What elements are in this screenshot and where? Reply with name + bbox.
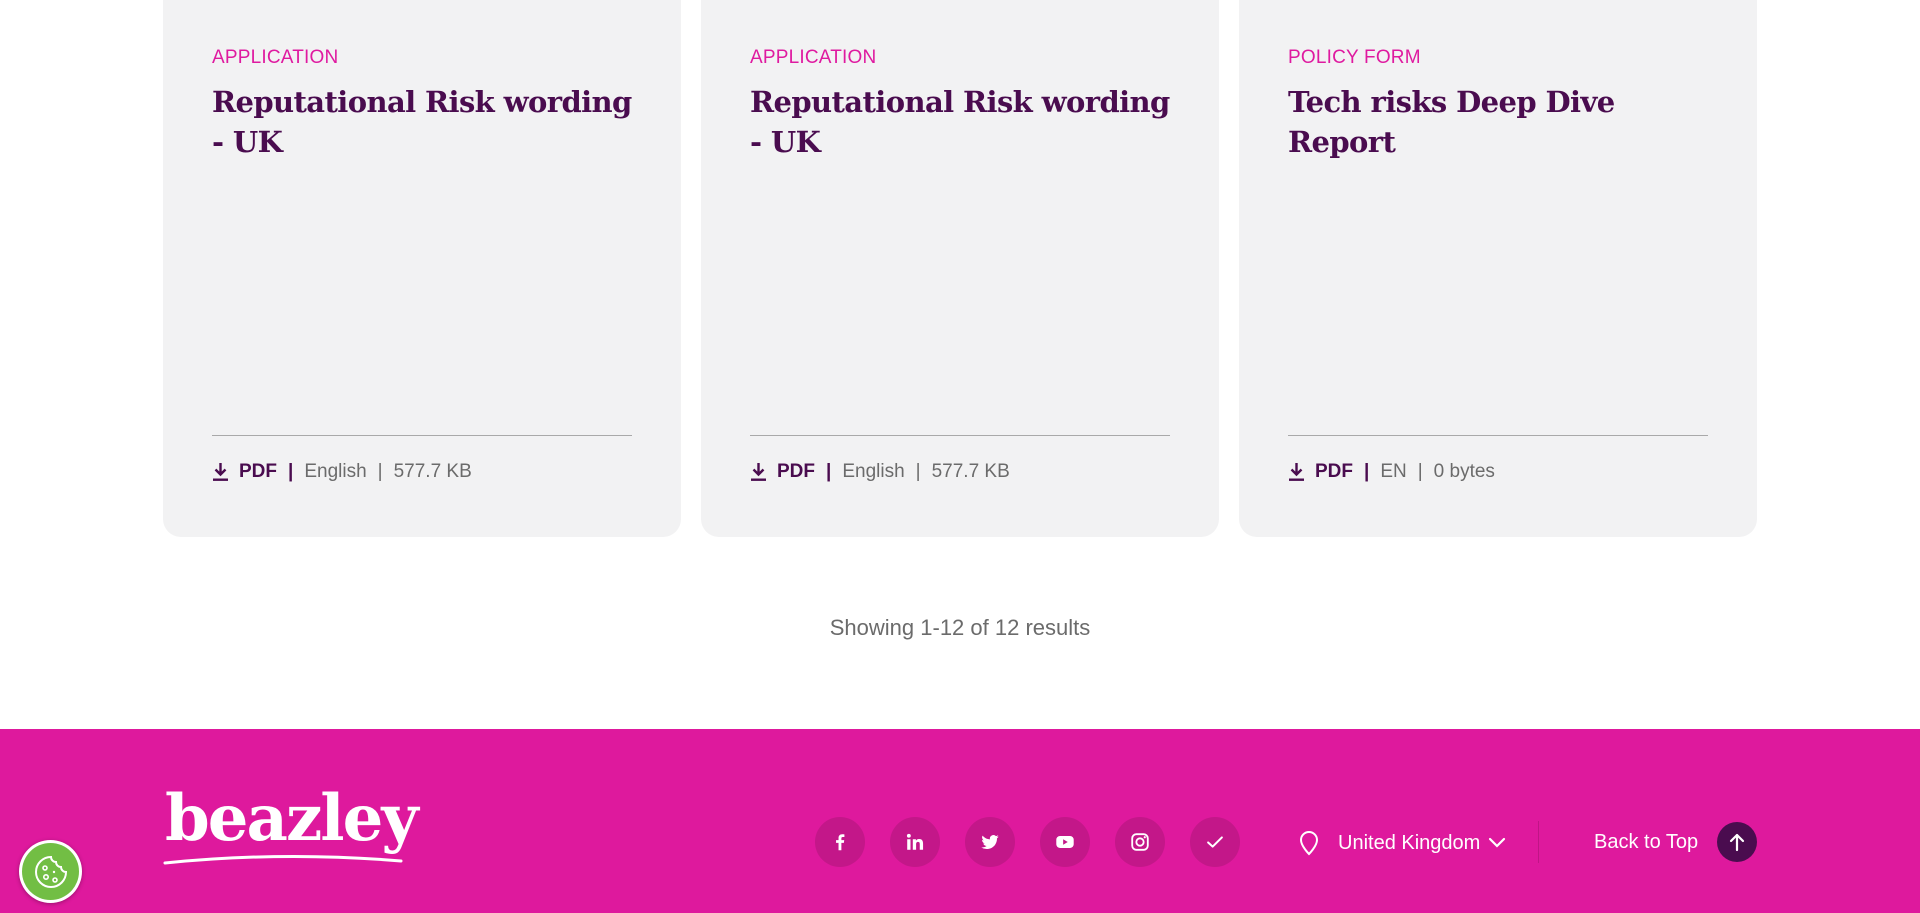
facebook-icon[interactable] (815, 817, 865, 867)
meta-separator: | (377, 461, 383, 482)
download-format-link[interactable]: PDF (1315, 461, 1353, 483)
document-title[interactable]: Reputational Risk wording - UK (212, 82, 632, 162)
download-icon[interactable] (1288, 462, 1305, 482)
document-meta: PDF | English | 577.7 KB (750, 461, 1010, 483)
document-meta: PDF | English | 577.7 KB (212, 461, 472, 483)
document-card[interactable]: APPLICATION Reputational Risk wording - … (163, 0, 681, 537)
document-card[interactable]: POLICY FORM Tech risks Deep Dive Report … (1239, 0, 1757, 537)
document-size: 577.7 KB (931, 461, 1010, 482)
chevron-down-icon (1489, 837, 1506, 848)
twitter-icon[interactable] (965, 817, 1015, 867)
checkmark-icon[interactable] (1190, 817, 1240, 867)
document-language: EN (1380, 461, 1407, 482)
instagram-icon[interactable] (1115, 817, 1165, 867)
youtube-icon[interactable] (1040, 817, 1090, 867)
cookie-icon (22, 843, 79, 900)
document-meta: PDF | EN | 0 bytes (1288, 461, 1495, 483)
document-size: 0 bytes (1433, 461, 1495, 482)
back-to-top-label: Back to Top (1594, 830, 1699, 853)
cookie-settings-button[interactable] (19, 840, 82, 903)
site-footer: beazley United Kingdom Back to Top (0, 729, 1920, 913)
social-links (815, 817, 1240, 867)
arrow-up-icon (1717, 822, 1758, 862)
linkedin-icon[interactable] (890, 817, 940, 867)
meta-separator: | (826, 461, 832, 482)
meta-separator: | (915, 461, 921, 482)
region-label: United Kingdom (1338, 831, 1481, 854)
document-language: English (842, 461, 905, 482)
meta-separator: | (1417, 461, 1423, 482)
document-category: APPLICATION (750, 47, 877, 68)
document-title[interactable]: Reputational Risk wording - UK (750, 82, 1170, 162)
region-selector[interactable]: United Kingdom (1298, 830, 1506, 856)
beazley-logo[interactable]: beazley (163, 781, 418, 867)
card-divider (1288, 435, 1708, 436)
document-title[interactable]: Tech risks Deep Dive Report (1288, 82, 1708, 162)
logo-swoosh (163, 854, 403, 865)
results-count: Showing 1-12 of 12 results (829, 615, 1091, 640)
location-pin-icon (1299, 830, 1319, 856)
card-divider (750, 435, 1170, 436)
meta-separator: | (1364, 461, 1370, 482)
download-icon[interactable] (212, 462, 229, 482)
download-icon[interactable] (750, 462, 767, 482)
card-divider (212, 435, 632, 436)
meta-separator: | (288, 461, 294, 482)
back-to-top-button[interactable]: Back to Top (1594, 822, 1758, 862)
document-category: POLICY FORM (1288, 47, 1421, 68)
document-category: APPLICATION (212, 47, 339, 68)
documents-grid: APPLICATION Reputational Risk wording - … (163, 0, 1757, 537)
document-card[interactable]: APPLICATION Reputational Risk wording - … (701, 0, 1219, 537)
document-size: 577.7 KB (393, 461, 472, 482)
document-language: English (304, 461, 367, 482)
download-format-link[interactable]: PDF (239, 461, 277, 483)
footer-divider (1538, 821, 1539, 863)
download-format-link[interactable]: PDF (777, 461, 815, 483)
